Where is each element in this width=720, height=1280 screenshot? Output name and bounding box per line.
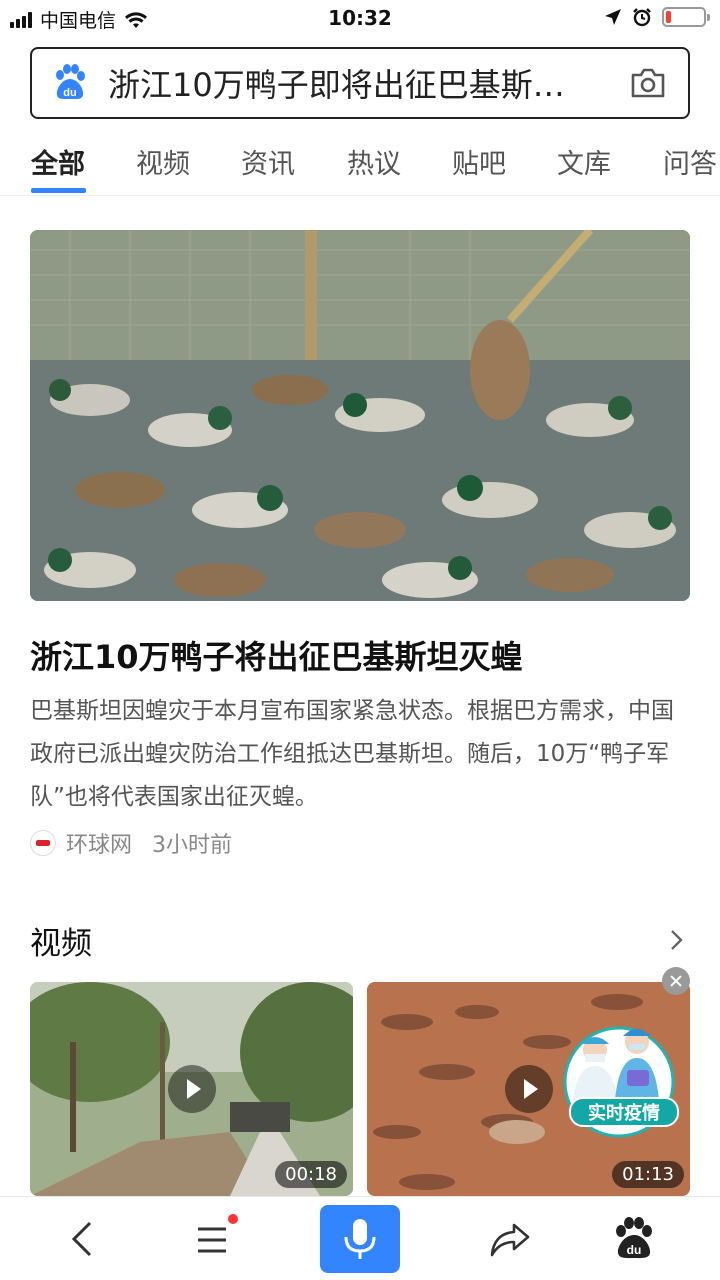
tab-qa[interactable]: 问答 — [663, 142, 717, 181]
tab-discussion[interactable]: 热议 — [347, 142, 401, 181]
play-icon[interactable] — [504, 1065, 553, 1113]
video-card[interactable]: 00:18 — [30, 982, 353, 1196]
close-icon[interactable] — [662, 967, 690, 995]
play-icon[interactable] — [167, 1065, 216, 1113]
tab-video[interactable]: 视频 — [136, 142, 190, 181]
chevron-right-icon[interactable] — [664, 926, 688, 954]
article-source: 环球网 — [66, 833, 133, 858]
tab-tieba[interactable]: 贴吧 — [452, 142, 506, 181]
baidu-home-logo-text: du — [627, 1243, 642, 1257]
alarm-icon — [633, 8, 651, 27]
article-image[interactable] — [30, 230, 690, 601]
ducks-photo — [30, 230, 690, 601]
video-duration: 00:18 — [275, 1161, 347, 1188]
bottom-nav: du — [0, 1196, 720, 1280]
article-time: 3小时前 — [152, 833, 233, 858]
status-bar: 中国电信 10:32 — [0, 0, 720, 38]
baidu-paw-icon[interactable]: du — [50, 63, 90, 103]
notification-dot — [228, 1214, 238, 1224]
location-icon — [605, 9, 621, 25]
video-section-title[interactable]: 视频 — [30, 918, 92, 963]
search-box[interactable]: du 浙江10万鸭子即将出征巴基斯… — [30, 47, 690, 119]
tab-bar: 全部 视频 资讯 热议 贴吧 文库 问答 — [0, 130, 720, 196]
baidu-home-icon[interactable]: du — [610, 1215, 658, 1263]
camera-icon[interactable] — [628, 63, 668, 103]
voice-search-button[interactable] — [320, 1205, 400, 1273]
battery-icon — [662, 7, 710, 27]
article-title[interactable]: 浙江10万鸭子将出征巴基斯坦灭蝗 — [30, 632, 690, 678]
article-meta: 环球网 3小时前 — [30, 827, 232, 859]
battery-level — [666, 11, 672, 23]
tab-wenku[interactable]: 文库 — [557, 142, 611, 181]
video-duration: 01:13 — [612, 1161, 684, 1188]
tab-active-indicator — [31, 188, 86, 193]
article-summary[interactable]: 巴基斯坦因蝗灾于本月宣布国家紧急状态。根据巴方需求，中国政府已派出蝗灾防治工作组… — [30, 690, 692, 819]
share-icon[interactable] — [486, 1215, 534, 1263]
back-icon[interactable] — [60, 1215, 108, 1263]
baidu-logo-text: du — [63, 87, 76, 99]
search-input[interactable]: 浙江10万鸭子即将出征巴基斯… — [108, 60, 594, 106]
status-right — [604, 7, 710, 27]
tab-all[interactable]: 全部 — [31, 142, 85, 181]
tab-news[interactable]: 资讯 — [241, 142, 295, 181]
source-logo-icon — [30, 830, 56, 856]
epidemic-label[interactable]: 实时疫情 — [569, 1097, 679, 1127]
mic-icon — [344, 1219, 376, 1259]
